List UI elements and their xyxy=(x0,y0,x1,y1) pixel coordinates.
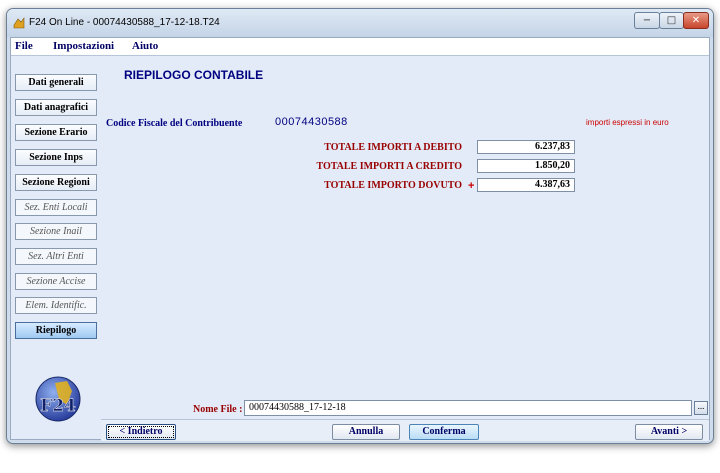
totale-dovuto-field: 4.387,63 xyxy=(477,178,575,192)
window-title: F24 On Line - 00074430588_17-12-18.T24 xyxy=(29,17,220,28)
client-area: File Impostazioni Aiuto Dati generali Da… xyxy=(10,37,710,441)
totale-credito-label: TOTALE IMPORTI A CREDITO xyxy=(316,161,462,172)
next-button[interactable]: Avanti > xyxy=(635,424,703,440)
back-button[interactable]: < Indietro xyxy=(106,424,176,440)
totale-credito-field: 1.850,20 xyxy=(477,159,575,173)
codice-fiscale-label: Codice Fiscale del Contribuente xyxy=(106,118,243,129)
nome-file-input[interactable]: 00074430588_17-12-18 xyxy=(244,400,692,416)
totale-debito-label: TOTALE IMPORTI A DEBITO xyxy=(324,142,462,153)
bottom-button-bar: < Indietro Annulla Conferma Avanti > xyxy=(101,419,709,441)
maximize-button[interactable]: □ xyxy=(659,12,684,29)
menu-file[interactable]: File xyxy=(15,40,33,52)
close-button[interactable]: ✕ xyxy=(683,12,709,29)
minimize-button[interactable]: − xyxy=(634,12,660,29)
codice-fiscale-value: 00074430588 xyxy=(275,116,348,128)
sidebar-item-elem-identific[interactable]: Elem. Identific. xyxy=(15,297,97,314)
sidebar-item-riepilogo[interactable]: Riepilogo xyxy=(15,322,97,339)
currency-note: importi espressi in euro xyxy=(586,118,669,127)
cancel-button[interactable]: Annulla xyxy=(332,424,400,440)
sidebar-item-sez-altri-enti[interactable]: Sez. Altri Enti xyxy=(15,248,97,265)
app-window: F24 On Line - 00074430588_17-12-18.T24 −… xyxy=(6,8,714,444)
sidebar-item-dati-anagrafici[interactable]: Dati anagrafici xyxy=(15,99,97,116)
sidebar-item-sezione-inail[interactable]: Sezione Inail xyxy=(15,223,97,240)
f24-logo: F24 xyxy=(35,376,81,422)
sidebar-item-sez-enti-locali[interactable]: Sez. Enti Locali xyxy=(15,199,97,216)
menu-aiuto[interactable]: Aiuto xyxy=(132,40,158,52)
page-title: RIEPILOGO CONTABILE xyxy=(124,68,264,82)
confirm-button[interactable]: Conferma xyxy=(409,424,479,440)
totale-dovuto-label: TOTALE IMPORTO DOVUTO xyxy=(324,180,462,191)
app-icon xyxy=(13,17,25,29)
menu-impostazioni[interactable]: Impostazioni xyxy=(53,40,114,52)
menu-bar: File Impostazioni Aiuto xyxy=(11,38,709,56)
sidebar-item-sezione-regioni[interactable]: Sezione Regioni xyxy=(15,174,97,191)
sidebar-item-sezione-accise[interactable]: Sezione Accise xyxy=(15,273,97,290)
title-bar[interactable]: F24 On Line - 00074430588_17-12-18.T24 −… xyxy=(7,9,713,37)
sidebar-item-dati-generali[interactable]: Dati generali xyxy=(15,74,97,91)
nome-file-label: Nome File : xyxy=(193,404,243,415)
sidebar-item-sezione-erario[interactable]: Sezione Erario xyxy=(15,124,97,141)
totale-debito-field: 6.237,83 xyxy=(477,140,575,154)
logo-text: F24 xyxy=(40,396,76,416)
browse-button[interactable]: ... xyxy=(694,401,708,415)
plus-sign-icon: + xyxy=(468,180,475,192)
sidebar-item-sezione-inps[interactable]: Sezione Inps xyxy=(15,149,97,166)
